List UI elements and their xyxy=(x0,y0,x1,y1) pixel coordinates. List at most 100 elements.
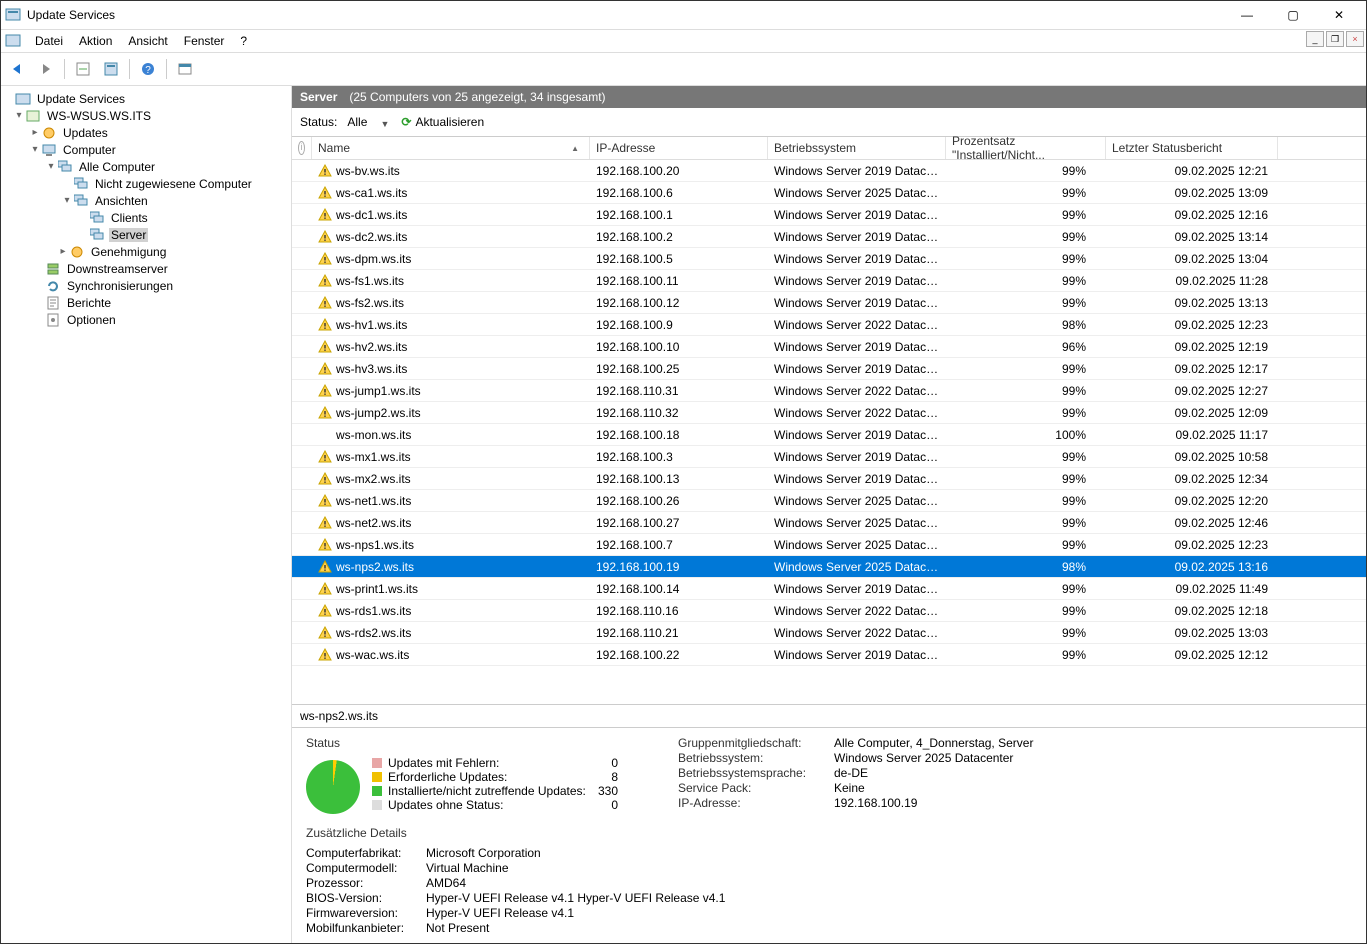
tree-berichte[interactable]: Berichte xyxy=(65,296,113,310)
toolbar-properties-button[interactable] xyxy=(98,56,124,82)
tree-genehmigung[interactable]: Genehmigung xyxy=(89,245,168,259)
table-row[interactable]: ws-dc2.ws.its192.168.100.2Windows Server… xyxy=(292,226,1366,248)
cell-os: Windows Server 2022 Datacenter xyxy=(768,406,946,420)
col-date[interactable]: Letzter Statusbericht xyxy=(1106,137,1278,159)
warning-icon xyxy=(318,208,332,222)
table-row[interactable]: ws-hv1.ws.its192.168.100.9Windows Server… xyxy=(292,314,1366,336)
cell-pct: 99% xyxy=(946,362,1106,376)
col-icon[interactable]: i xyxy=(292,137,312,159)
tree-ansichten[interactable]: Ansichten xyxy=(93,194,150,208)
cell-ip: 192.168.110.31 xyxy=(590,384,768,398)
sync-icon xyxy=(45,278,61,294)
table-row[interactable]: ws-fs1.ws.its192.168.100.11Windows Serve… xyxy=(292,270,1366,292)
cell-date: 09.02.2025 12:21 xyxy=(1106,164,1278,178)
mdi-minimize-button[interactable]: _ xyxy=(1306,31,1324,47)
cell-date: 09.02.2025 12:27 xyxy=(1106,384,1278,398)
mdi-close-button[interactable]: × xyxy=(1346,31,1364,47)
cell-ip: 192.168.100.7 xyxy=(590,538,768,552)
computer-icon xyxy=(41,142,57,158)
warning-icon xyxy=(318,318,332,332)
back-button[interactable] xyxy=(5,56,31,82)
maximize-button[interactable]: ▢ xyxy=(1270,1,1316,29)
menu-help[interactable]: ? xyxy=(232,32,255,50)
table-row[interactable]: ws-nps1.ws.its192.168.100.7Windows Serve… xyxy=(292,534,1366,556)
menu-fenster[interactable]: Fenster xyxy=(176,32,233,50)
tree-updates[interactable]: Updates xyxy=(61,126,110,140)
cell-os: Windows Server 2019 Datacenter xyxy=(768,340,946,354)
col-ip[interactable]: IP-Adresse xyxy=(590,137,768,159)
table-row[interactable]: ws-net1.ws.its192.168.100.26Windows Serv… xyxy=(292,490,1366,512)
table-row[interactable]: ws-wac.ws.its192.168.100.22Windows Serve… xyxy=(292,644,1366,666)
table-row[interactable]: ws-hv2.ws.its192.168.100.10Windows Serve… xyxy=(292,336,1366,358)
expand-icon[interactable]: ▸ xyxy=(29,127,41,138)
warning-icon xyxy=(318,186,332,200)
close-button[interactable]: ✕ xyxy=(1316,1,1362,29)
table-row[interactable]: ws-hv3.ws.its192.168.100.25Windows Serve… xyxy=(292,358,1366,380)
table-row[interactable]: ws-dpm.ws.its192.168.100.5Windows Server… xyxy=(292,248,1366,270)
table-row[interactable]: ws-dc1.ws.its192.168.100.1Windows Server… xyxy=(292,204,1366,226)
list-body[interactable]: ws-bv.ws.its192.168.100.20Windows Server… xyxy=(292,160,1366,704)
tree-downstream[interactable]: Downstreamserver xyxy=(65,262,170,276)
mdi-restore-button[interactable]: ❐ xyxy=(1326,31,1344,47)
tree-root[interactable]: Update Services xyxy=(35,92,127,106)
cell-date: 09.02.2025 13:04 xyxy=(1106,252,1278,266)
collapse-icon[interactable]: ▾ xyxy=(61,195,73,206)
collapse-icon[interactable]: ▾ xyxy=(29,144,41,155)
tree-clients[interactable]: Clients xyxy=(109,211,150,225)
cell-name: ws-hv3.ws.its xyxy=(336,362,407,376)
table-row[interactable]: ws-mx2.ws.its192.168.100.13Windows Serve… xyxy=(292,468,1366,490)
table-row[interactable]: ws-ca1.ws.its192.168.100.6Windows Server… xyxy=(292,182,1366,204)
table-row[interactable]: ws-net2.ws.its192.168.100.27Windows Serv… xyxy=(292,512,1366,534)
tree-alle-computer[interactable]: Alle Computer xyxy=(77,160,157,174)
cell-ip: 192.168.100.26 xyxy=(590,494,768,508)
table-row[interactable]: ws-jump1.ws.its192.168.110.31Windows Ser… xyxy=(292,380,1366,402)
cell-ip: 192.168.100.9 xyxy=(590,318,768,332)
menu-ansicht[interactable]: Ansicht xyxy=(120,32,175,50)
toolbar-action-button[interactable] xyxy=(70,56,96,82)
views-icon xyxy=(73,193,89,209)
warning-icon xyxy=(318,582,332,596)
cell-os: Windows Server 2019 Datacenter xyxy=(768,296,946,310)
tree-computer[interactable]: Computer xyxy=(61,143,118,157)
collapse-icon[interactable]: ▾ xyxy=(45,161,57,172)
tree-server[interactable]: WS-WSUS.WS.ITS xyxy=(45,109,153,123)
table-row[interactable]: ws-fs2.ws.its192.168.100.12Windows Serve… xyxy=(292,292,1366,314)
status-dropdown[interactable]: Alle xyxy=(343,113,395,131)
col-os[interactable]: Betriebssystem xyxy=(768,137,946,159)
minimize-button[interactable]: — xyxy=(1224,1,1270,29)
tree-nicht-zugewiesene[interactable]: Nicht zugewiesene Computer xyxy=(93,177,254,191)
cell-name: ws-wac.ws.its xyxy=(336,648,409,662)
server-icon xyxy=(25,108,41,124)
table-row[interactable]: ws-rds1.ws.its192.168.110.16Windows Serv… xyxy=(292,600,1366,622)
tree-sync[interactable]: Synchronisierungen xyxy=(65,279,175,293)
cell-pct: 99% xyxy=(946,472,1106,486)
col-name[interactable]: Name▲ xyxy=(312,137,590,159)
expand-icon[interactable]: ▸ xyxy=(57,246,69,257)
refresh-button[interactable]: ⟳ Aktualisieren xyxy=(401,115,484,129)
menu-aktion[interactable]: Aktion xyxy=(71,32,120,50)
cell-name: ws-rds2.ws.its xyxy=(336,626,411,640)
nav-tree[interactable]: Update Services ▾ WS-WSUS.WS.ITS ▸ Updates… xyxy=(1,86,292,943)
table-row[interactable]: ws-rds2.ws.its192.168.110.21Windows Serv… xyxy=(292,622,1366,644)
col-pct[interactable]: Prozentsatz "Installiert/Nicht... xyxy=(946,137,1106,159)
table-row[interactable]: ws-mx1.ws.its192.168.100.3Windows Server… xyxy=(292,446,1366,468)
cell-os: Windows Server 2025 Datacenter xyxy=(768,538,946,552)
table-row[interactable]: ws-mon.ws.its192.168.100.18Windows Serve… xyxy=(292,424,1366,446)
tree-optionen[interactable]: Optionen xyxy=(65,313,118,327)
detail-selected-name: ws-nps2.ws.its xyxy=(292,704,1366,728)
table-row[interactable]: ws-print1.ws.its192.168.100.14Windows Se… xyxy=(292,578,1366,600)
table-row[interactable]: ws-bv.ws.its192.168.100.20Windows Server… xyxy=(292,160,1366,182)
table-row[interactable]: ws-nps2.ws.its192.168.100.19Windows Serv… xyxy=(292,556,1366,578)
help-button[interactable]: ? xyxy=(135,56,161,82)
toolbar-extra-button[interactable] xyxy=(172,56,198,82)
expand-icon[interactable]: ▾ xyxy=(13,110,25,121)
tree-server-view[interactable]: Server xyxy=(109,228,148,242)
warning-icon xyxy=(318,516,332,530)
menu-datei[interactable]: Datei xyxy=(27,32,71,50)
cell-date: 09.02.2025 12:12 xyxy=(1106,648,1278,662)
warning-icon xyxy=(318,428,332,442)
forward-button[interactable] xyxy=(33,56,59,82)
cell-date: 09.02.2025 12:19 xyxy=(1106,340,1278,354)
table-row[interactable]: ws-jump2.ws.its192.168.110.32Windows Ser… xyxy=(292,402,1366,424)
warning-icon xyxy=(318,560,332,574)
